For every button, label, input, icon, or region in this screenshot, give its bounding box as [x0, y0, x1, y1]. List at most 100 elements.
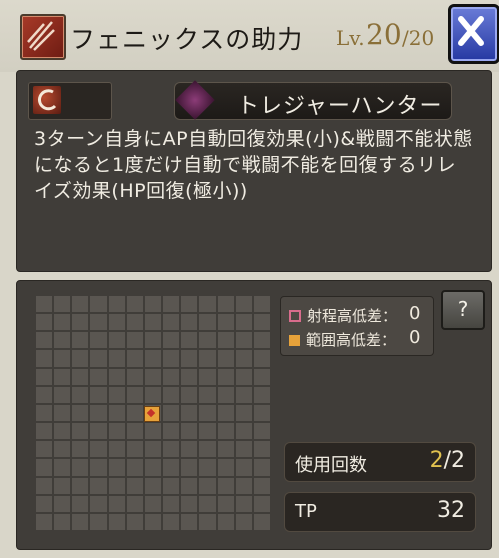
grid-cell: [235, 459, 252, 476]
grid-cell: [235, 495, 252, 512]
grid-cell: [199, 368, 216, 385]
grid-cell: [72, 404, 89, 422]
grid-cell: [72, 477, 89, 494]
grid-cell: [163, 441, 180, 458]
close-icon: [458, 16, 484, 46]
grid-cell: [108, 350, 125, 367]
tp-box: TP 32: [284, 492, 476, 532]
grid-cell: [54, 350, 71, 367]
skill-detail-window: フェニックスの助力 Lv. 20 /20 トレジャーハンター 3ターン自身にAP…: [0, 0, 499, 558]
grid-cell: [181, 459, 198, 476]
grid-cell: [126, 513, 143, 530]
grid-cell: [181, 332, 198, 349]
grid-cell: [108, 423, 125, 440]
grid-cell: [235, 441, 252, 458]
skill-description: 3ターン自身にAP自動回復効果(小)&戦闘不能状態になると1度だけ自動で戦闘不能…: [34, 128, 473, 202]
grid-cell: [90, 423, 107, 440]
level-label: Lv.: [336, 26, 365, 50]
grid-cell: [72, 459, 89, 476]
grid-cell: [108, 441, 125, 458]
grid-cell: [199, 459, 216, 476]
grid-cell: [253, 332, 270, 349]
grid-cell: [126, 368, 143, 385]
grid-cell: [36, 368, 53, 385]
grid-cell: [163, 368, 180, 385]
uses-value: 2/2: [430, 448, 465, 473]
grid-cell: [108, 495, 125, 512]
grid-cell: [163, 296, 180, 313]
grid-cell: [72, 332, 89, 349]
grid-cell: [217, 350, 234, 367]
grid-cell: [90, 477, 107, 494]
grid-cell: [235, 350, 252, 367]
grid-cell: [235, 404, 252, 422]
uses-box: 使用回数 2/2: [284, 442, 476, 482]
grid-cell: [253, 350, 270, 367]
grid-cell: [217, 368, 234, 385]
grid-cell: [72, 423, 89, 440]
grid-cell: [36, 404, 53, 422]
grid-cell: [163, 423, 180, 440]
grid-cell: [199, 314, 216, 331]
level-max: /20: [402, 26, 435, 50]
grid-cell: [199, 477, 216, 494]
grid-cell: [217, 332, 234, 349]
grid-cell: [217, 296, 234, 313]
grid-cell: [217, 513, 234, 530]
grid-cell: [181, 495, 198, 512]
skill-type-icon: [20, 14, 66, 60]
grid-cell: [181, 404, 198, 422]
grid-cell: [54, 368, 71, 385]
grid-cell: [253, 441, 270, 458]
grid-cell: [235, 296, 252, 313]
grid-cell: [163, 314, 180, 331]
grid-cell: [54, 386, 71, 403]
grid-cell: [181, 296, 198, 313]
uses-max: /2: [443, 448, 465, 473]
grid-cell: [199, 386, 216, 403]
skill-slash-icon: [33, 86, 61, 114]
grid-cell: [36, 314, 53, 331]
grid-cell: [90, 459, 107, 476]
area-height-label: 範囲高低差：: [306, 331, 397, 349]
weapon-type-badge: トレジャーハンター: [174, 80, 452, 120]
grid-cell: [181, 513, 198, 530]
grid-cell: [217, 441, 234, 458]
grid-cell: [90, 350, 107, 367]
grid-cell: [217, 386, 234, 403]
grid-cell: [235, 332, 252, 349]
grid-cell: [199, 350, 216, 367]
close-button[interactable]: [448, 4, 499, 64]
grid-cell: [36, 296, 53, 313]
area-legend-icon: [289, 335, 300, 346]
grid-cell: [144, 477, 162, 494]
range-height-row: 射程高低差： 0: [289, 303, 420, 326]
grid-cell: [54, 513, 71, 530]
grid-cell: [90, 314, 107, 331]
grid-cell: [72, 350, 89, 367]
grid-cell: [90, 513, 107, 530]
grid-cell: [36, 477, 53, 494]
area-height-row: 範囲高低差： 0: [289, 327, 420, 350]
grid-cell: [108, 404, 125, 422]
grid-cell: [90, 386, 107, 403]
grid-cell: [54, 332, 71, 349]
grid-cell: [235, 314, 252, 331]
grid-cell: [36, 350, 53, 367]
grid-cell: [108, 296, 125, 313]
grid-cell: [36, 459, 53, 476]
grid-cell: [36, 441, 53, 458]
range-height-value: 0: [409, 303, 421, 324]
help-button[interactable]: ?: [441, 290, 485, 330]
grid-cell: [163, 332, 180, 349]
grid-cell: [163, 386, 180, 403]
grid-cell: [54, 441, 71, 458]
grid-cell: [144, 350, 162, 367]
range-height-label: 射程高低差：: [307, 307, 398, 325]
grid-cell: [253, 368, 270, 385]
grid-cell: [54, 459, 71, 476]
grid-cell: [72, 495, 89, 512]
grid-cell: [253, 386, 270, 403]
tp-value: 32: [437, 498, 465, 523]
uses-current: 2: [429, 448, 444, 473]
